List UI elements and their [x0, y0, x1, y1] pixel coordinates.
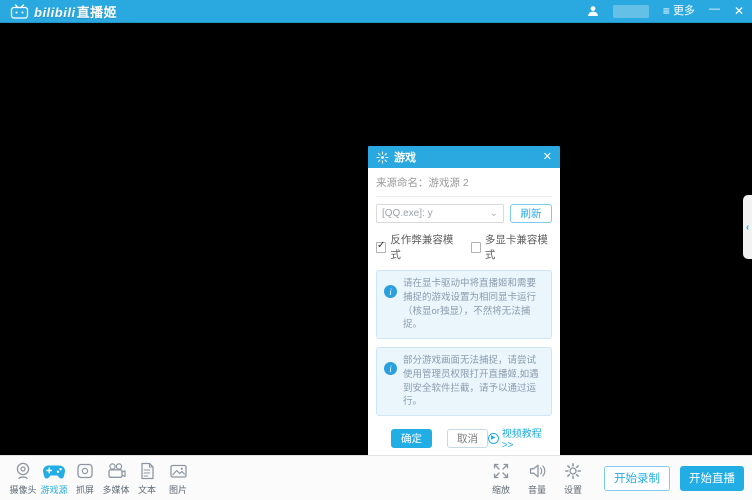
preview-canvas: ‹ 游戏 ✕ 来源命名：游戏源 2 [QQ.exe]: y ⌄ 刷新 — [0, 23, 752, 455]
info-icon: i — [384, 362, 397, 375]
source-name-label: 来源命名： — [376, 177, 429, 189]
info-note-admin-text: 部分游戏画面无法捕捉，请尝试使用管理员权限打开直播姬,如遇到安全软件拦截，请予以… — [403, 354, 544, 409]
webcam-icon — [12, 461, 34, 481]
video-camera-icon — [105, 461, 127, 481]
side-panel-toggle[interactable]: ‹ — [743, 195, 752, 259]
volume-icon — [527, 461, 548, 481]
start-record-button[interactable]: 开始录制 — [604, 466, 670, 491]
tool-volume[interactable]: 音量 — [522, 461, 552, 496]
info-note-admin: i 部分游戏画面无法捕捉，请尝试使用管理员权限打开直播姬,如遇到安全软件拦截，请… — [376, 347, 552, 416]
multigpu-checkbox-label: 多显卡兼容模式 — [485, 232, 552, 262]
dialog-close-icon[interactable]: ✕ — [543, 152, 552, 163]
scale-arrows-icon — [491, 461, 511, 481]
chevron-left-icon: ‹ — [746, 222, 749, 233]
cancel-button[interactable]: 取消 — [447, 429, 488, 448]
close-button[interactable]: ✕ — [734, 5, 744, 17]
anticheat-checkbox[interactable]: ✓ 反作弊兼容模式 — [376, 232, 458, 262]
refresh-button[interactable]: 刷新 — [510, 204, 552, 223]
anticheat-checkbox-label: 反作弊兼容模式 — [390, 232, 457, 262]
source-item-camera[interactable]: 摄像头 — [8, 461, 38, 496]
info-icon: i — [384, 285, 397, 298]
app-window: bilibili直播姬 ≡ 更多 — ✕ ‹ — [0, 0, 752, 500]
screen-capture-icon — [75, 461, 95, 481]
start-stream-button[interactable]: 开始直播 — [680, 466, 744, 491]
multigpu-checkbox[interactable]: ✓ 多显卡兼容模式 — [471, 232, 553, 262]
more-menu-button[interactable]: ≡ 更多 — [663, 5, 695, 17]
tv-logo-icon — [10, 4, 29, 19]
checkbox-unchecked-icon: ✓ — [471, 242, 481, 253]
bottom-toolbar: 摄像头 游戏源 抓屏 — [0, 455, 752, 500]
dialog-header: 游戏 ✕ — [368, 146, 560, 168]
app-logo: bilibili直播姬 — [10, 2, 117, 21]
play-circle-icon: ▶ — [488, 433, 499, 444]
titlebar: bilibili直播姬 ≡ 更多 — ✕ — [0, 0, 752, 23]
text-document-icon — [137, 461, 157, 481]
source-name-value: 游戏源 2 — [429, 177, 469, 189]
dialog-title: 游戏 — [394, 149, 416, 165]
video-tutorial-link[interactable]: ▶ 视频教程>> — [488, 425, 552, 451]
process-dropdown-value: [QQ.exe]: y — [382, 208, 433, 219]
tool-settings[interactable]: 设置 — [558, 461, 588, 496]
tool-scale[interactable]: 缩放 — [486, 461, 516, 496]
source-item-text[interactable]: 文本 — [132, 461, 162, 496]
chevron-down-icon: ⌄ — [490, 211, 498, 217]
checkbox-checked-icon: ✓ — [376, 242, 386, 253]
gamepad-icon — [42, 461, 66, 481]
process-dropdown[interactable]: [QQ.exe]: y ⌄ — [376, 204, 504, 223]
source-item-image[interactable]: 图片 — [163, 461, 193, 496]
source-item-screen[interactable]: 抓屏 — [70, 461, 100, 496]
username-placeholder[interactable] — [613, 5, 649, 18]
menu-icon: ≡ — [663, 5, 670, 17]
game-source-dialog: 游戏 ✕ 来源命名：游戏源 2 [QQ.exe]: y ⌄ 刷新 ✓ 反作弊兼容… — [368, 146, 560, 459]
gear-icon — [563, 461, 583, 481]
source-item-media[interactable]: 多媒体 — [101, 461, 131, 496]
info-note-gpu: i 请在显卡驱动中将直播姬和需要捕捉的游戏设置为相同显卡运行（核显or独显），不… — [376, 270, 552, 339]
sparkle-icon — [376, 151, 389, 164]
user-icon[interactable] — [587, 5, 599, 17]
minimize-button[interactable]: — — [709, 6, 720, 17]
info-note-gpu-text: 请在显卡驱动中将直播姬和需要捕捉的游戏设置为相同显卡运行（核显or独显），不然将… — [403, 277, 544, 332]
source-item-game[interactable]: 游戏源 — [39, 461, 69, 496]
image-icon — [168, 461, 189, 481]
close-icon: ✕ — [734, 5, 744, 17]
minimize-icon: — — [709, 4, 720, 15]
app-title: bilibili直播姬 — [34, 2, 117, 21]
source-name-row: 来源命名：游戏源 2 — [376, 175, 552, 197]
ok-button[interactable]: 确定 — [391, 429, 432, 448]
